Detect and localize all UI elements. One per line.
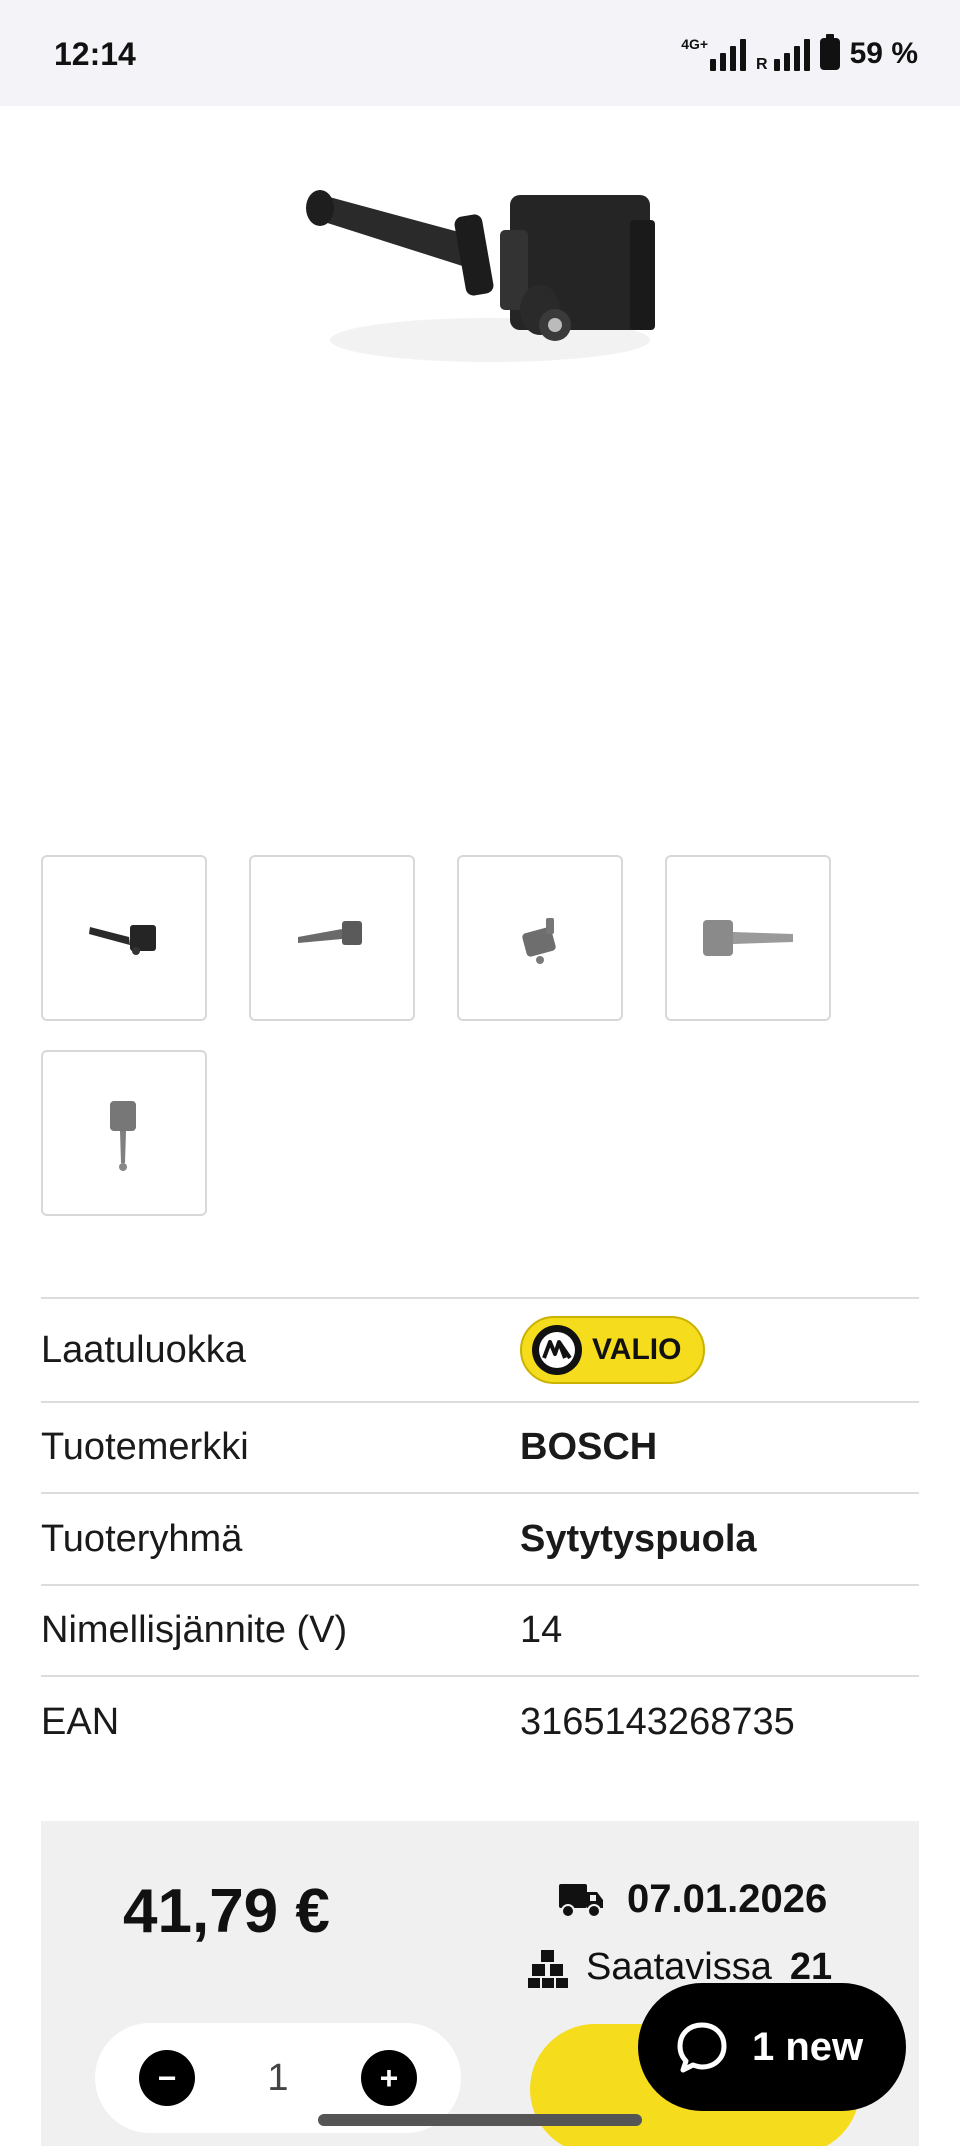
spec-label: Tuotemerkki [41,1426,249,1468]
spec-row-product-group: Tuoteryhmä Sytytyspuola [41,1494,919,1586]
status-time: 12:14 [54,36,136,72]
signal-bars-2-icon [773,37,810,71]
thumbnail-5[interactable] [41,1050,207,1216]
spec-row-brand: Tuotemerkki BOSCH [41,1403,919,1494]
ignition-coil-top-view [522,918,556,964]
status-icons: 4G+ R 59 % [681,34,918,74]
spec-row-ean: EAN 3165143268735 [41,1677,919,1768]
boxes-icon [528,1949,568,1988]
spec-label: Nimellisjännite (V) [41,1609,348,1651]
spec-label: Laatuluokka [41,1328,246,1371]
main-product-image[interactable] [290,140,690,400]
thumbnail-4[interactable] [665,855,831,1021]
spec-row-voltage: Nimellisjännite (V) 14 [41,1586,919,1677]
ignition-coil-image [306,190,655,362]
product-specs-table: Laatuluokka VALIO Tuotemerkki BOSCH Tuot… [41,1297,919,1768]
spec-value-ean: 3165143268735 [520,1701,795,1743]
thumbnail-3[interactable] [457,855,623,1021]
quality-badge[interactable]: VALIO [520,1316,706,1384]
ignition-coil-angle-view [298,921,362,945]
ignition-coil-side-view [89,925,156,955]
status-bar: 12:14 4G+ R 59 % [0,0,960,106]
home-indicator[interactable] [318,2114,642,2126]
spec-value-voltage: 14 [520,1609,563,1651]
quantity-value[interactable]: 1 [267,2057,288,2100]
truck-icon [559,1883,603,1918]
delivery-info: 07.01.2026 [557,1877,827,1922]
spec-value-product-group[interactable]: Sytytyspuola [520,1518,757,1561]
delivery-date: 07.01.2026 [627,1877,828,1921]
spec-row-quality: Laatuluokka VALIO [41,1299,919,1403]
ignition-coil-reverse-view [703,920,793,956]
product-page: 12:14 4G+ R 59 % Laatuluokka VALIO Tuote… [0,0,960,2146]
spec-label: EAN [41,1701,120,1743]
chat-button[interactable]: 1 new [638,1983,906,2111]
quality-badge-label: VALIO [592,1333,682,1366]
signal-bars-icon [710,37,747,71]
spec-label: Tuoteryhmä [41,1517,243,1560]
battery-icon [819,34,840,70]
mobile-data-icon: 4G+ [681,36,747,71]
ignition-coil-vertical-view [110,1101,136,1171]
increase-quantity-button[interactable]: + [360,2050,417,2106]
product-price: 41,79 € [123,1877,330,1946]
chat-bubble-icon [677,2022,727,2073]
chat-label: 1 new [752,2024,864,2069]
network-type: 4G+ [681,36,709,52]
decrease-quantity-button[interactable]: − [139,2050,195,2106]
roaming-indicator: R [756,56,768,73]
quality-logo-icon [532,1325,582,1375]
battery-percentage: 59 % [849,37,918,70]
thumbnail-1[interactable] [41,855,207,1021]
spec-value-brand[interactable]: BOSCH [520,1426,657,1469]
thumbnail-2[interactable] [249,855,415,1021]
